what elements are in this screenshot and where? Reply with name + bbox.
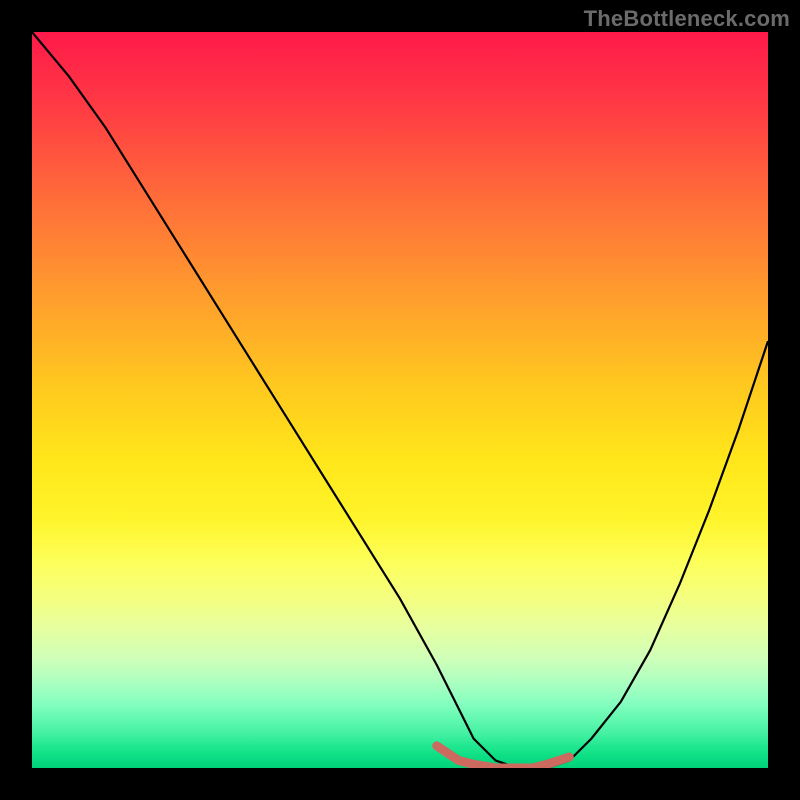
watermark-text: TheBottleneck.com (584, 6, 790, 32)
plot-area (32, 32, 768, 768)
chart-svg (32, 32, 768, 768)
chart-frame: TheBottleneck.com (0, 0, 800, 800)
main-curve (32, 32, 768, 768)
highlight-segment (437, 746, 570, 768)
